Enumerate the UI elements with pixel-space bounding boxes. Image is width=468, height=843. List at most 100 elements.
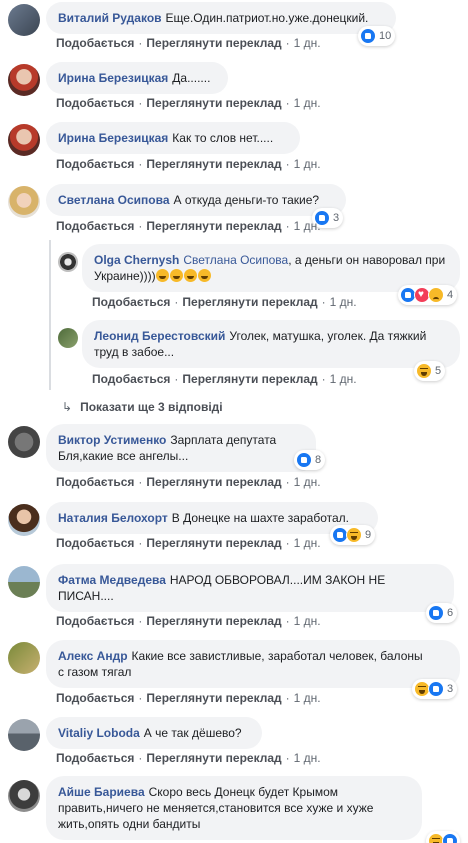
like-link[interactable]: Подобається — [56, 614, 134, 628]
avatar[interactable] — [8, 4, 40, 36]
timestamp[interactable]: 1 дн. — [294, 614, 321, 628]
separator: · — [138, 96, 143, 110]
translate-link[interactable]: Переглянути переклад — [146, 36, 281, 50]
like-link[interactable]: Подобається — [56, 536, 134, 550]
author-name[interactable]: Olga Chernysh — [94, 253, 179, 267]
avatar[interactable] — [58, 328, 78, 348]
comment-bubble: Алекс Андр Какие все завистливые, заработ… — [46, 640, 460, 688]
author-name[interactable]: Фатма Медведева — [58, 573, 166, 587]
avatar[interactable] — [8, 719, 40, 751]
comment-bubble: Светлана Осипова А откуда деньги-то такие… — [46, 184, 346, 216]
timestamp[interactable]: 1 дн. — [294, 96, 321, 110]
author-name[interactable]: Леонид Берестовский — [94, 329, 225, 343]
separator: · — [285, 96, 290, 110]
translate-link[interactable]: Переглянути переклад — [146, 219, 281, 233]
reply-arrow-icon: ↳ — [62, 400, 73, 414]
reaction-count: 3 — [447, 683, 454, 695]
avatar[interactable] — [8, 566, 40, 598]
avatar[interactable] — [8, 780, 40, 812]
like-reaction-icon — [296, 452, 312, 468]
avatar[interactable] — [58, 252, 78, 272]
author-name[interactable]: Ирина Березицкая — [58, 131, 168, 145]
like-link[interactable]: Подобається — [56, 96, 134, 110]
author-name[interactable]: Светлана Осипова — [58, 193, 170, 207]
comment-text: Какие все завистливые, заработал человек… — [131, 649, 423, 663]
timestamp[interactable]: 1 дн. — [330, 372, 357, 386]
comment-text: Бля,какие все ангелы... — [58, 449, 189, 463]
timestamp[interactable]: 1 дн. — [294, 691, 321, 705]
translate-link[interactable]: Переглянути переклад — [182, 295, 317, 309]
timestamp[interactable]: 1 дн. — [294, 475, 321, 489]
author-name[interactable]: Виктор Устименко — [58, 433, 166, 447]
author-name[interactable]: Ирина Березицкая — [58, 71, 168, 85]
translate-link[interactable]: Переглянути переклад — [146, 157, 281, 171]
avatar[interactable] — [8, 504, 40, 536]
translate-link[interactable]: Переглянути переклад — [146, 614, 281, 628]
comment-text: А откуда деньги-то такие? — [173, 193, 320, 207]
author-name[interactable]: Vitaliy Loboda — [58, 726, 140, 740]
author-name[interactable]: Алекс Андр — [58, 649, 128, 663]
reaction-count: 4 — [447, 289, 454, 301]
separator: · — [285, 751, 290, 765]
translate-link[interactable]: Переглянути переклад — [146, 536, 281, 550]
author-name[interactable]: Айше Бариева — [58, 785, 145, 799]
comment-text: Зарплата депутата — [170, 433, 277, 447]
comment-bubble: Vitaliy Loboda А че так дёшево? — [46, 717, 262, 749]
comment-bubble: Айше Бариева Скоро весь Донецк будет Крым… — [46, 776, 422, 840]
reaction-summary[interactable]: 10 — [358, 26, 396, 46]
author-name[interactable]: Наталия Белохорт — [58, 511, 168, 525]
show-more-replies-link[interactable]: ↳ Показати ще 3 відповіді — [62, 400, 223, 414]
translate-link[interactable]: Переглянути переклад — [146, 691, 281, 705]
translate-link[interactable]: Переглянути переклад — [182, 372, 317, 386]
separator: · — [138, 36, 143, 50]
reaction-count: 5 — [435, 365, 442, 377]
separator: · — [285, 157, 290, 171]
translate-link[interactable]: Переглянути переклад — [146, 96, 281, 110]
comment-actions: Подобається · Переглянути переклад · 1 дн. — [56, 157, 321, 171]
like-link[interactable]: Подобається — [56, 751, 134, 765]
haha-reaction-icon — [346, 527, 362, 543]
mention-link[interactable]: Светлана Осипова — [183, 253, 288, 267]
avatar[interactable] — [8, 426, 40, 458]
avatar[interactable] — [8, 64, 40, 96]
comment-actions: Подобається · Переглянути переклад · 1 дн. — [56, 536, 321, 550]
comment-bubble: Виталий Рудаков Еще.Один.патриот.но.уже.д… — [46, 2, 396, 34]
separator: · — [138, 614, 143, 628]
author-name[interactable]: Виталий Рудаков — [58, 11, 162, 25]
like-link[interactable]: Подобається — [56, 157, 134, 171]
comment-actions: Подобається · Переглянути переклад · 1 дн. — [56, 96, 321, 110]
reaction-summary[interactable]: 5 — [414, 361, 446, 381]
separator: · — [138, 536, 143, 550]
reaction-summary[interactable]: 4 — [398, 285, 458, 305]
comment-text: жить,опять одни бандиты — [58, 817, 201, 831]
comment-text: Да....... — [172, 71, 211, 85]
translate-link[interactable]: Переглянути переклад — [146, 751, 281, 765]
avatar[interactable] — [8, 642, 40, 674]
like-link[interactable]: Подобається — [56, 691, 134, 705]
like-link[interactable]: Подобається — [92, 295, 170, 309]
reaction-summary[interactable]: 6 — [426, 603, 458, 623]
timestamp[interactable]: 1 дн. — [294, 751, 321, 765]
separator: · — [174, 295, 179, 309]
timestamp[interactable]: 1 дн. — [294, 536, 321, 550]
like-link[interactable]: Подобається — [92, 372, 170, 386]
timestamp[interactable]: 1 дн. — [294, 36, 321, 50]
reaction-summary[interactable]: 8 — [294, 450, 326, 470]
translate-link[interactable]: Переглянути переклад — [146, 475, 281, 489]
like-link[interactable]: Подобається — [56, 36, 134, 50]
like-link[interactable]: Подобається — [56, 475, 134, 489]
separator: · — [138, 475, 143, 489]
timestamp[interactable]: 1 дн. — [330, 295, 357, 309]
reaction-summary[interactable] — [426, 831, 460, 843]
comment-text: Еще.Один.патриот.но.уже.донецкий. — [165, 11, 369, 25]
separator: · — [138, 219, 143, 233]
sad-reaction-icon — [428, 287, 444, 303]
reaction-summary[interactable]: 9 — [330, 525, 376, 545]
timestamp[interactable]: 1 дн. — [294, 157, 321, 171]
laughing-emoji-icon — [155, 269, 212, 283]
like-link[interactable]: Подобається — [56, 219, 134, 233]
avatar[interactable] — [8, 124, 40, 156]
timestamp[interactable]: 1 дн. — [294, 219, 321, 233]
reaction-summary[interactable]: 3 — [412, 679, 458, 699]
avatar[interactable] — [8, 186, 40, 218]
